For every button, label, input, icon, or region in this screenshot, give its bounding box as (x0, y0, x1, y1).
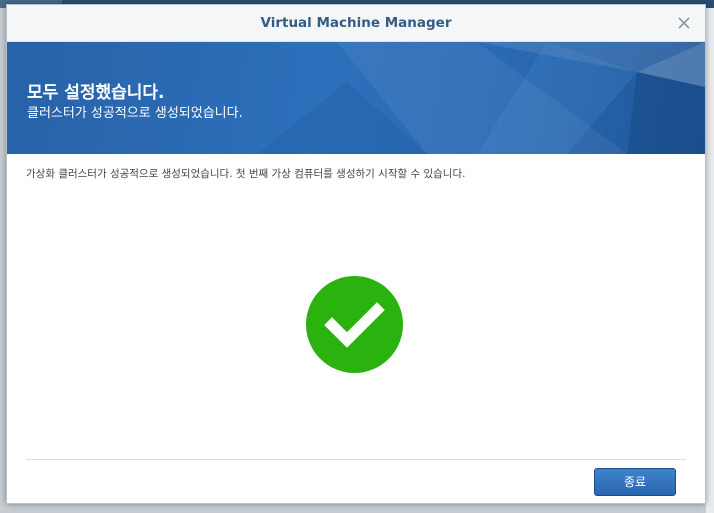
background-app-panel (706, 8, 714, 513)
dialog-title: Virtual Machine Manager (260, 15, 452, 31)
banner-subtitle: 클러스터가 성공적으로 생성되었습니다. (27, 106, 243, 121)
status-message: 가상화 클러스터가 성공적으로 생성되었습니다. 첫 번째 가상 컴퓨터를 생성… (26, 168, 466, 180)
banner-title: 모두 설정했습니다. (27, 83, 165, 103)
footer-divider (26, 459, 686, 460)
close-icon (678, 17, 690, 29)
wizard-banner: 모두 설정했습니다. 클러스터가 성공적으로 생성되었습니다. (7, 42, 705, 154)
checkmark-circle-icon (306, 276, 403, 373)
wizard-dialog: Virtual Machine Manager 모두 설정했습니다. 클러스터가… (6, 4, 706, 504)
checkmark-icon (324, 302, 385, 348)
dialog-content: 가상화 클러스터가 성공적으로 생성되었습니다. 첫 번째 가상 컴퓨터를 생성… (7, 154, 705, 504)
close-button[interactable] (675, 14, 693, 32)
dialog-titlebar: Virtual Machine Manager (7, 5, 705, 42)
finish-button[interactable]: 종료 (594, 468, 676, 496)
